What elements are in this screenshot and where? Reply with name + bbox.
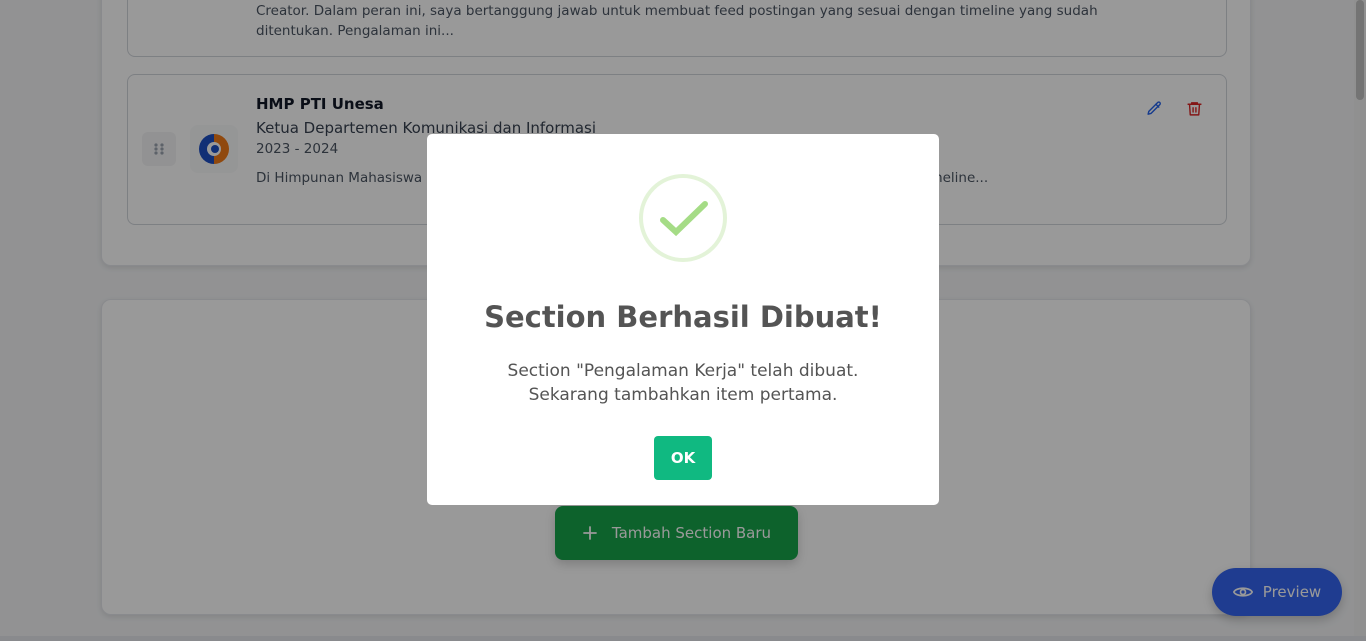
dialog-title: Section Berhasil Dibuat!	[484, 300, 882, 334]
success-icon-ring	[639, 174, 727, 262]
success-dialog: Section Berhasil Dibuat! Section "Pengal…	[427, 134, 939, 505]
check-icon	[660, 201, 708, 237]
dialog-message: Section "Pengalaman Kerja" telah dibuat.…	[507, 361, 859, 405]
ok-button[interactable]: OK	[654, 436, 712, 480]
